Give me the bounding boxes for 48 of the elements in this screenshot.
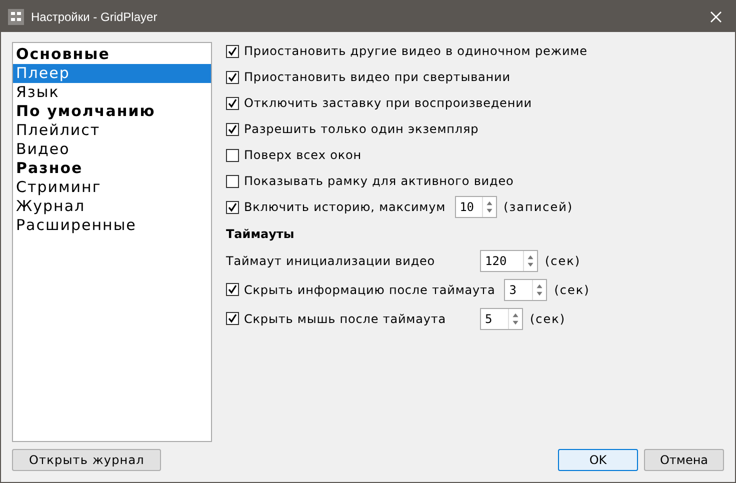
- close-icon[interactable]: [710, 10, 722, 22]
- option-label: Скрыть информацию после таймаута: [244, 282, 496, 298]
- spin-value: 120: [484, 252, 508, 270]
- category-item[interactable]: Разное: [13, 159, 211, 178]
- checkbox[interactable]: [226, 174, 239, 188]
- checkbox[interactable]: [226, 70, 239, 84]
- category-item[interactable]: Видео: [13, 140, 211, 159]
- category-item[interactable]: Расширенные: [13, 216, 211, 235]
- spin-value: 10: [458, 199, 476, 216]
- option-label: Отключить заставку при воспроизведении: [244, 95, 533, 112]
- grid-icon: [8, 8, 24, 24]
- spin-value: 5: [484, 310, 494, 328]
- option-label: Приостановить другие видео в одиночном режиме: [244, 43, 588, 60]
- option-label: Разрешить только один экземпляр: [244, 121, 480, 138]
- checkbox[interactable]: [226, 312, 239, 325]
- option-label: Приостановить видео при свертывании: [244, 69, 512, 86]
- window-title: Настройки - GridPlayer: [31, 8, 158, 26]
- spin-box[interactable]: 5: [480, 308, 523, 330]
- category-item[interactable]: Основные: [13, 45, 211, 64]
- checkbox[interactable]: [226, 96, 239, 110]
- checkbox[interactable]: [226, 200, 239, 214]
- option-label: Поверх всех окон: [244, 147, 362, 164]
- option-label: Скрыть мышь после таймаута: [244, 310, 448, 328]
- unit-label: (сек): [545, 252, 581, 270]
- spin-box[interactable]: 3: [504, 278, 548, 300]
- option-label: Включить историю, максимум: [244, 199, 447, 216]
- unit-label: (сек): [530, 310, 566, 328]
- cancel-button[interactable]: Отмена: [644, 449, 724, 471]
- category-item[interactable]: Стриминг: [13, 178, 211, 197]
- spin-box[interactable]: 120: [480, 250, 538, 272]
- option-label: Показывать рамку для активного видео: [244, 173, 515, 190]
- unit-label: (записей): [504, 199, 574, 216]
- category-item[interactable]: По умолчанию: [13, 102, 211, 121]
- checkbox[interactable]: [226, 122, 239, 136]
- category-item[interactable]: Журнал: [13, 197, 211, 216]
- spin-value: 3: [508, 282, 518, 298]
- ok-button[interactable]: OK: [558, 449, 638, 471]
- open-log-button[interactable]: Открыть журнал: [12, 449, 162, 471]
- category-item[interactable]: Язык: [13, 83, 211, 102]
- checkbox[interactable]: [226, 44, 239, 58]
- checkbox[interactable]: [226, 148, 239, 162]
- section-heading: Таймауты: [226, 226, 296, 243]
- checkbox[interactable]: [226, 283, 239, 296]
- category-item[interactable]: Плейлист: [13, 121, 211, 140]
- category-item[interactable]: Плеер: [13, 64, 211, 83]
- spin-box[interactable]: 10: [454, 196, 497, 218]
- option-label: Таймаут инициализации видео: [226, 252, 436, 270]
- unit-label: (сек): [554, 282, 590, 298]
